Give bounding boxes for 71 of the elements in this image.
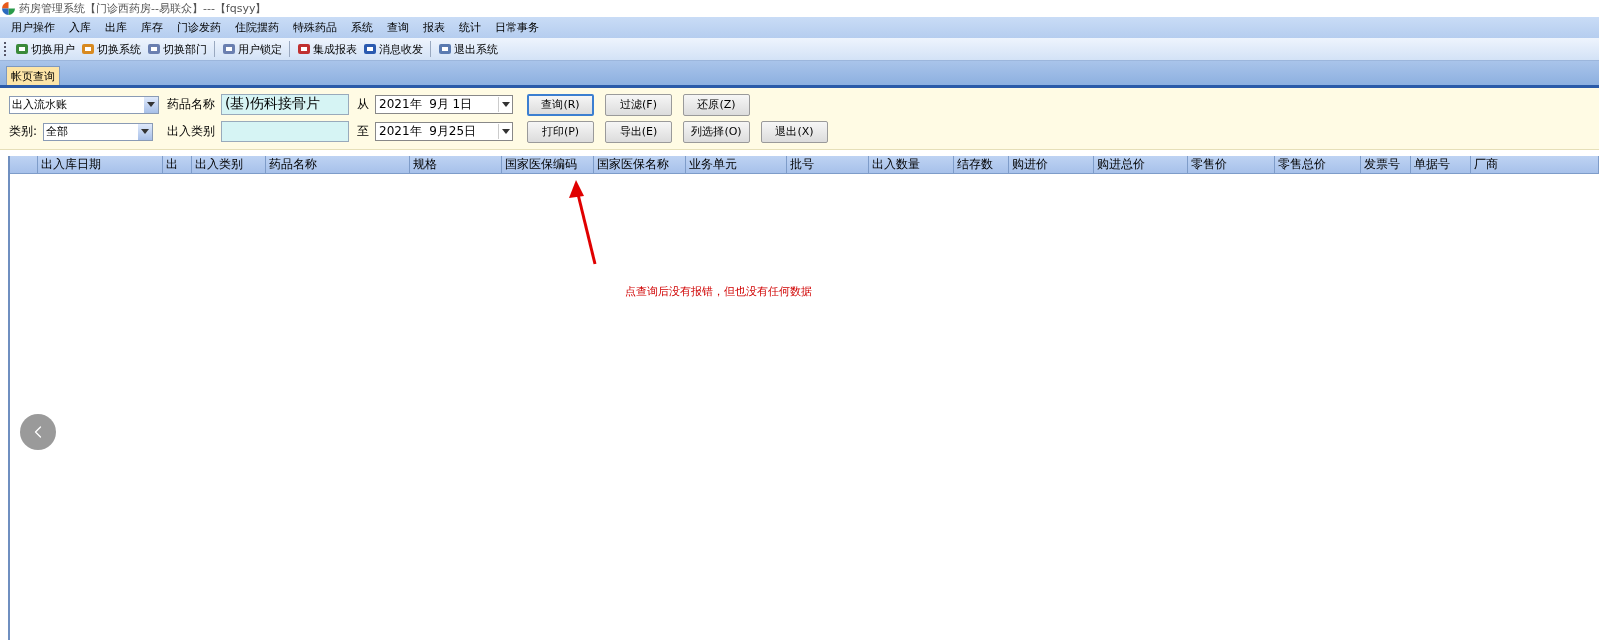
drug-name-label: 药品名称 bbox=[167, 96, 215, 113]
dropdown-arrow-icon bbox=[141, 129, 150, 134]
toolbar-icon bbox=[363, 42, 377, 56]
column-header[interactable]: 药品名称 bbox=[266, 156, 410, 173]
menu-item[interactable]: 系统 bbox=[344, 20, 380, 35]
action-button[interactable]: 退出(X) bbox=[761, 120, 828, 143]
toolbar-icon bbox=[297, 42, 311, 56]
column-header[interactable]: 规格 bbox=[409, 156, 502, 173]
category-select[interactable]: 全部 bbox=[43, 122, 154, 141]
column-header[interactable]: 出入库日期 bbox=[37, 156, 164, 173]
menu-item[interactable]: 门诊发药 bbox=[170, 20, 228, 35]
column-header[interactable]: 零售价 bbox=[1187, 156, 1275, 173]
dropdown-arrow-icon bbox=[501, 102, 510, 107]
toolbar-icon bbox=[438, 42, 452, 56]
window-title: 药房管理系统【门诊西药房--易联众】---【fqsyy】 bbox=[19, 1, 267, 16]
toolbar-icon bbox=[147, 42, 161, 56]
menu-item[interactable]: 特殊药品 bbox=[286, 20, 344, 35]
column-header[interactable]: 购进价 bbox=[1008, 156, 1095, 173]
app-logo-icon bbox=[2, 2, 15, 15]
annotation-text: 点查询后没有报错，但也没有任何数据 bbox=[625, 284, 812, 299]
column-header[interactable]: 国家医保编码 bbox=[502, 156, 595, 173]
menu-item[interactable]: 统计 bbox=[452, 20, 488, 35]
column-header[interactable]: 购进总价 bbox=[1094, 156, 1188, 173]
menu-item[interactable]: 住院摆药 bbox=[228, 20, 286, 35]
column-header[interactable]: 批号 bbox=[786, 156, 870, 173]
column-header[interactable]: 发票号 bbox=[1361, 156, 1412, 173]
action-button[interactable]: 过滤(F) bbox=[605, 93, 672, 116]
column-header[interactable]: 零售总价 bbox=[1274, 156, 1362, 173]
action-button[interactable]: 导出(E) bbox=[605, 120, 672, 143]
toolbar-button[interactable]: 切换系统 bbox=[79, 41, 143, 57]
action-button[interactable]: 打印(P) bbox=[527, 120, 594, 143]
toolbar-button[interactable]: 消息收发 bbox=[361, 41, 425, 57]
from-date-field[interactable]: 2021年 9月 1日 bbox=[375, 95, 513, 114]
column-header[interactable]: 出入类别 bbox=[191, 156, 267, 173]
toolbar-icon bbox=[81, 42, 95, 56]
menu-item[interactable]: 报表 bbox=[416, 20, 452, 35]
action-button[interactable]: 还原(Z) bbox=[683, 93, 750, 116]
category-label: 类别: bbox=[9, 123, 38, 140]
to-date-field[interactable]: 2021年 9月25日 bbox=[375, 122, 513, 141]
io-type-label: 出入类别 bbox=[167, 123, 215, 140]
toolbar-button[interactable]: 切换部门 bbox=[145, 41, 209, 57]
column-header[interactable]: 国家医保名称 bbox=[594, 156, 686, 173]
menu-item[interactable]: 用户操作 bbox=[4, 20, 62, 35]
io-type-field[interactable] bbox=[221, 121, 349, 142]
drug-name-field[interactable]: (基)伤科接骨片 bbox=[221, 94, 349, 115]
column-header[interactable]: 出入数量 bbox=[869, 156, 954, 173]
menu-item[interactable]: 库存 bbox=[134, 20, 170, 35]
dropdown-arrow-icon bbox=[147, 102, 155, 107]
column-header[interactable]: 单据号 bbox=[1411, 156, 1472, 173]
menu-item[interactable]: 入库 bbox=[62, 20, 98, 35]
dropdown-arrow-icon bbox=[501, 129, 510, 134]
action-button[interactable]: 查询(R) bbox=[527, 93, 594, 116]
column-header[interactable]: 业务单元 bbox=[685, 156, 787, 173]
toolbar-button[interactable]: 切换用户 bbox=[13, 41, 77, 57]
back-button[interactable] bbox=[20, 414, 56, 450]
toolbar-button[interactable]: 集成报表 bbox=[295, 41, 359, 57]
action-button[interactable]: 列选择(O) bbox=[683, 120, 750, 143]
tab[interactable]: 帐页查询 bbox=[6, 66, 60, 85]
toolbar-button[interactable]: 退出系统 bbox=[436, 41, 500, 57]
column-header[interactable]: 结存数 bbox=[953, 156, 1009, 173]
from-label: 从 bbox=[357, 96, 369, 113]
toolbar-icon bbox=[222, 42, 236, 56]
menu-item[interactable]: 出库 bbox=[98, 20, 134, 35]
column-header[interactable]: 厂商 bbox=[1471, 156, 1599, 173]
toolbar-button[interactable]: 用户锁定 bbox=[220, 41, 284, 57]
menu-item[interactable]: 查询 bbox=[380, 20, 416, 35]
menu-item[interactable]: 日常事务 bbox=[488, 20, 546, 35]
column-header[interactable]: 出 bbox=[163, 156, 192, 173]
toolbar-icon bbox=[15, 42, 29, 56]
ledger-type-select[interactable]: 出入流水账 bbox=[9, 95, 159, 114]
to-label: 至 bbox=[357, 123, 369, 140]
